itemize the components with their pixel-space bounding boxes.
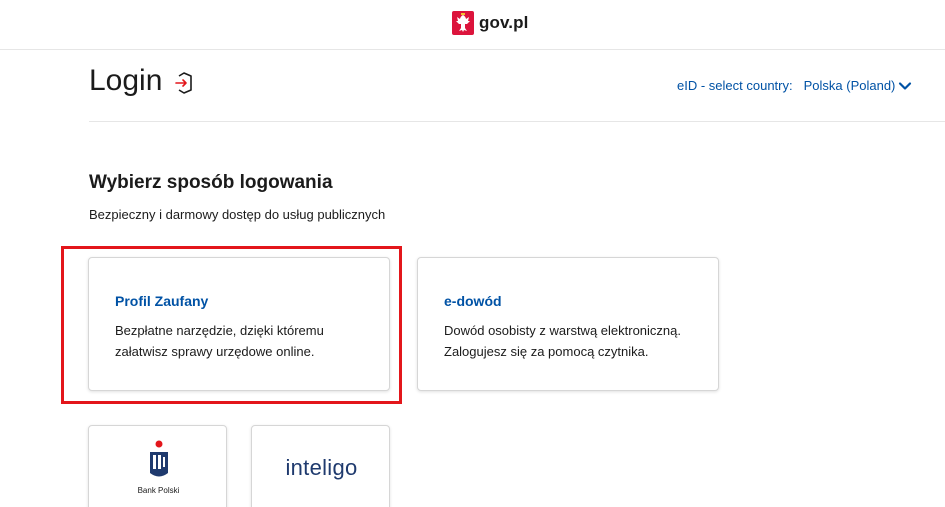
login-arrow-icon: [175, 72, 193, 94]
top-bar: gov.pl: [0, 0, 945, 50]
gov-pl-brand-text: gov.pl: [479, 13, 529, 32]
login-title-text: Login: [89, 64, 163, 97]
method-description-line: Zalogujesz się za pomocą czytnika.: [444, 344, 649, 359]
pko-logo-icon: [150, 440, 168, 477]
polish-eagle-emblem-icon: [452, 11, 474, 35]
login-method-e-dowod[interactable]: e-dowód Dowód osobisty z warstwą elektro…: [417, 257, 719, 391]
eid-country-selector[interactable]: eID - select country: Polska (Poland): [677, 78, 912, 93]
gov-pl-home-link[interactable]: gov.pl: [452, 11, 528, 35]
chevron-down-icon[interactable]: [898, 79, 912, 93]
eid-select-label: eID - select country:: [677, 78, 793, 93]
bank-login-inteligo[interactable]: inteligo: [251, 425, 390, 507]
section-heading: Wybierz sposób logowania: [89, 172, 333, 193]
section-subheading: Bezpieczny i darmowy dostęp do usług pub…: [89, 207, 386, 222]
eid-selected-country[interactable]: Polska (Poland): [804, 78, 896, 93]
method-title[interactable]: e-dowód: [444, 293, 502, 309]
header-divider: [89, 121, 945, 122]
inteligo-logo-text: inteligo: [285, 455, 358, 480]
highlight-annotation-box: [61, 246, 402, 404]
pko-logo-text: Bank Polski: [137, 486, 180, 495]
method-description: Dowód osobisty z warstwą elektroniczną. …: [444, 320, 719, 362]
method-description-line: Dowód osobisty z warstwą elektroniczną.: [444, 323, 681, 338]
bank-login-pko[interactable]: Bank Polski: [88, 425, 227, 507]
page-title: Login: [89, 64, 196, 98]
